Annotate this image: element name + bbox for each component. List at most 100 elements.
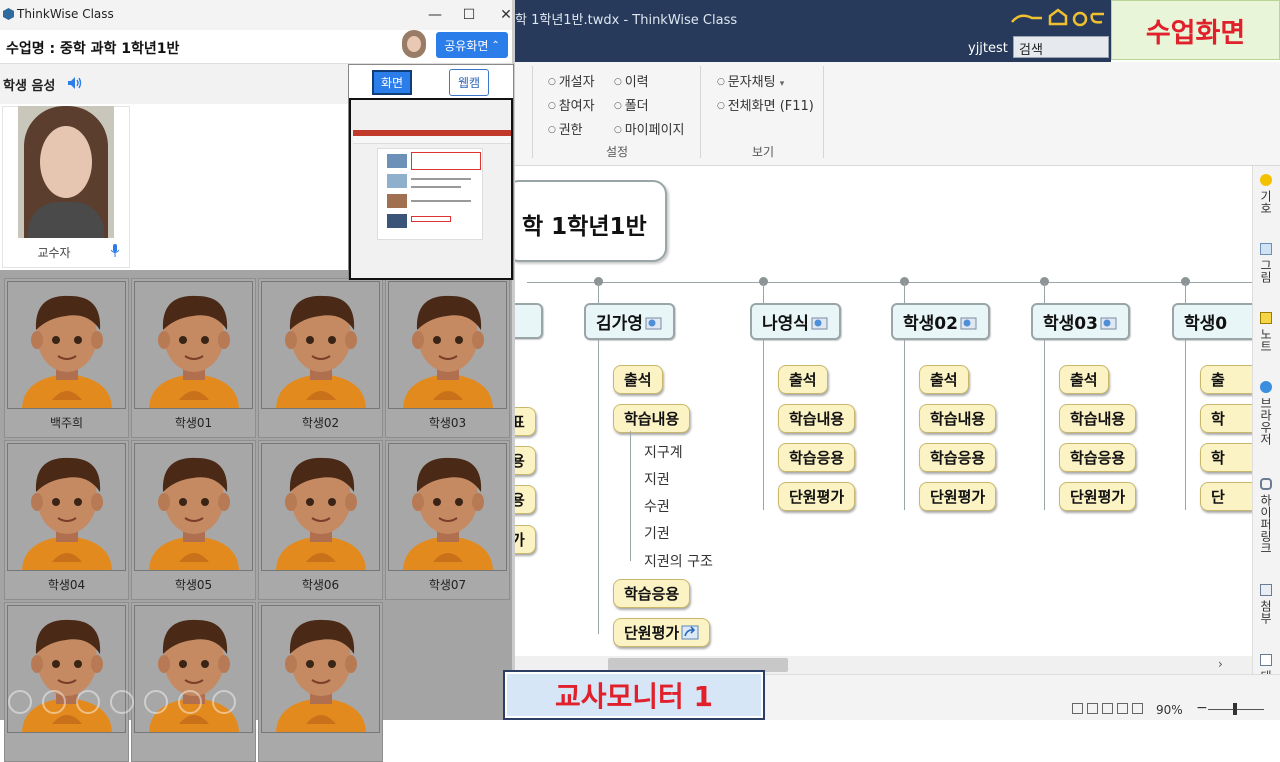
mode-banner: 수업화면 (1111, 0, 1280, 60)
sub-topic[interactable]: 수권 (644, 496, 670, 516)
sidebar-tab-label: 브라우저 (1258, 397, 1273, 445)
leaf-node-unit-assessment[interactable]: 단원평가 (778, 482, 856, 511)
ribbon-item-history[interactable]: 이력 (614, 71, 649, 90)
mindmap-node-student[interactable]: 나영식 (750, 303, 841, 340)
student-avatar-icon (7, 281, 126, 409)
minimize-icon[interactable]: — (425, 5, 445, 25)
search-input[interactable]: 검색 (1013, 36, 1109, 58)
leaf-node-learning-application[interactable]: 학습응용 (778, 443, 856, 472)
connector-line (630, 431, 631, 561)
student-name: 학생06 (301, 578, 340, 592)
share-screen-button[interactable]: 공유화면 ⌃ (436, 32, 508, 58)
leaf-node-learning-content[interactable]: 학습내용 (1059, 404, 1137, 433)
mindmap-node-student[interactable]: 김가영 (584, 303, 675, 340)
ribbon-item-fullscreen[interactable]: 전체화면 (F11) (717, 95, 814, 114)
avatar[interactable] (402, 30, 426, 58)
sidebar-tab-image[interactable]: 그림 (1254, 243, 1278, 293)
ribbon-item-creator[interactable]: 개설자 (548, 71, 595, 90)
mindmap-root-label: 학 1학년1반 (522, 214, 647, 240)
screen-icon[interactable] (110, 690, 134, 714)
student-name: 학생02 (301, 416, 340, 430)
student-card[interactable]: 학생02 (258, 278, 383, 438)
play-icon[interactable] (42, 690, 66, 714)
video-controls[interactable] (8, 690, 236, 714)
view-mode-icon[interactable] (1072, 703, 1083, 714)
sidebar-tab-label: 하이퍼링크 (1258, 494, 1273, 554)
student-card[interactable]: 학생01 (131, 278, 256, 438)
student-card[interactable]: 백주희 (4, 278, 129, 438)
webcam-link-icon (645, 317, 662, 330)
leaf-node-learning-content[interactable]: 학습내용 (778, 404, 856, 433)
leaf-node-attendance[interactable]: 출석 (778, 365, 828, 394)
mindmap-node-student[interactable]: 학생03 (1031, 303, 1130, 340)
teacher-video (18, 106, 114, 238)
view-mode-icon[interactable] (1102, 703, 1113, 714)
ribbon-item-folder[interactable]: 폴더 (614, 95, 649, 114)
leaf-node-attendance[interactable]: 출석 (613, 365, 663, 394)
sidebar-tab-note[interactable]: 노트 (1254, 312, 1278, 362)
scroll-right-icon[interactable]: › (1218, 657, 1223, 671)
ribbon-item-participants[interactable]: 참여자 (548, 95, 595, 114)
sub-topic[interactable]: 지구계 (644, 442, 683, 462)
student-avatar-icon (261, 605, 380, 733)
ribbon-item-permission[interactable]: 권한 (548, 119, 583, 138)
student-card[interactable]: 학생06 (258, 440, 383, 600)
zoom-slider-handle[interactable] (1233, 703, 1237, 715)
view-mode-icon[interactable] (1132, 703, 1143, 714)
sidebar-tab-symbols[interactable]: 기호 (1254, 174, 1278, 224)
shared-screen-preview[interactable] (349, 98, 513, 280)
student-card[interactable]: 학생05 (131, 440, 256, 600)
sub-topic[interactable]: 지권의 구조 (644, 551, 713, 571)
leaf-node-attendance[interactable]: 출석 (919, 365, 969, 394)
leaf-node-unit-assessment[interactable]: 단 (1200, 482, 1252, 511)
speaker-icon[interactable] (67, 76, 83, 90)
ribbon-separator (700, 66, 701, 158)
leaf-node-unit-assessment[interactable]: 단원평가 (613, 618, 711, 647)
sub-topic[interactable]: 지권 (644, 469, 670, 489)
leaf-node-learning-application[interactable]: 학습응용 (613, 579, 691, 608)
zoom-out-button[interactable]: − (1196, 700, 1208, 716)
leaf-node-learning-content[interactable]: 학습내용 (919, 404, 997, 433)
zoom-icon[interactable] (144, 690, 168, 714)
pen-icon[interactable] (76, 690, 100, 714)
previous-icon[interactable] (8, 690, 32, 714)
student-card[interactable]: 학생07 (385, 440, 510, 600)
webcam-link-icon (811, 317, 828, 330)
leaf-node-unit-assessment[interactable]: 단원평가 (919, 482, 997, 511)
sidebar-tab-label: 노트 (1258, 328, 1273, 352)
sidebar-tab-hyperlink[interactable]: 하이퍼링크 (1254, 478, 1278, 562)
view-mode-icon[interactable] (1087, 703, 1098, 714)
sidebar-tab-attachment[interactable]: 첨부 (1254, 584, 1278, 634)
mindmap-node-student[interactable]: 학생0 (1172, 303, 1252, 340)
popup-tab-webcam[interactable]: 웹캠 (449, 69, 489, 96)
share-link-icon (681, 625, 699, 640)
microphone-icon[interactable] (111, 244, 119, 257)
leaf-node-learning-application[interactable]: 학 (1200, 443, 1252, 472)
minus-icon[interactable] (178, 690, 202, 714)
ribbon-item-text-chat[interactable]: 문자채팅 ▾ (717, 71, 785, 90)
view-mode-icon[interactable] (1117, 703, 1128, 714)
leaf-node-attendance[interactable]: 출 (1200, 365, 1252, 394)
sub-topic[interactable]: 기권 (644, 523, 670, 543)
leaf-node-learning-application[interactable]: 학습응용 (919, 443, 997, 472)
ribbon-item-mypage[interactable]: 마이페이지 (614, 119, 685, 138)
leaf-node-unit-assessment[interactable]: 단원평가 (1059, 482, 1137, 511)
student-card[interactable] (258, 602, 383, 762)
more-icon[interactable] (212, 690, 236, 714)
student-card[interactable] (4, 602, 129, 762)
student-name: 학생07 (428, 578, 467, 592)
student-card[interactable]: 학생03 (385, 278, 510, 438)
leaf-node-learning-content[interactable]: 학습내용 (613, 404, 691, 433)
maximize-icon[interactable]: ☐ (459, 5, 479, 25)
leaf-node-learning-application[interactable]: 학습응용 (1059, 443, 1137, 472)
popup-tab-screen[interactable]: 화면 (372, 70, 412, 95)
sidebar-tab-label: 첨부 (1258, 600, 1273, 624)
view-mode-buttons[interactable] (1072, 703, 1143, 714)
student-name: 학생05 (174, 578, 213, 592)
leaf-node-learning-content[interactable]: 학 (1200, 404, 1252, 433)
leaf-node-attendance[interactable]: 출석 (1059, 365, 1109, 394)
student-card[interactable] (131, 602, 256, 762)
student-card[interactable]: 학생04 (4, 440, 129, 600)
mindmap-node-student[interactable]: 학생02 (891, 303, 990, 340)
sidebar-tab-browser[interactable]: 브라우저 (1254, 381, 1278, 451)
